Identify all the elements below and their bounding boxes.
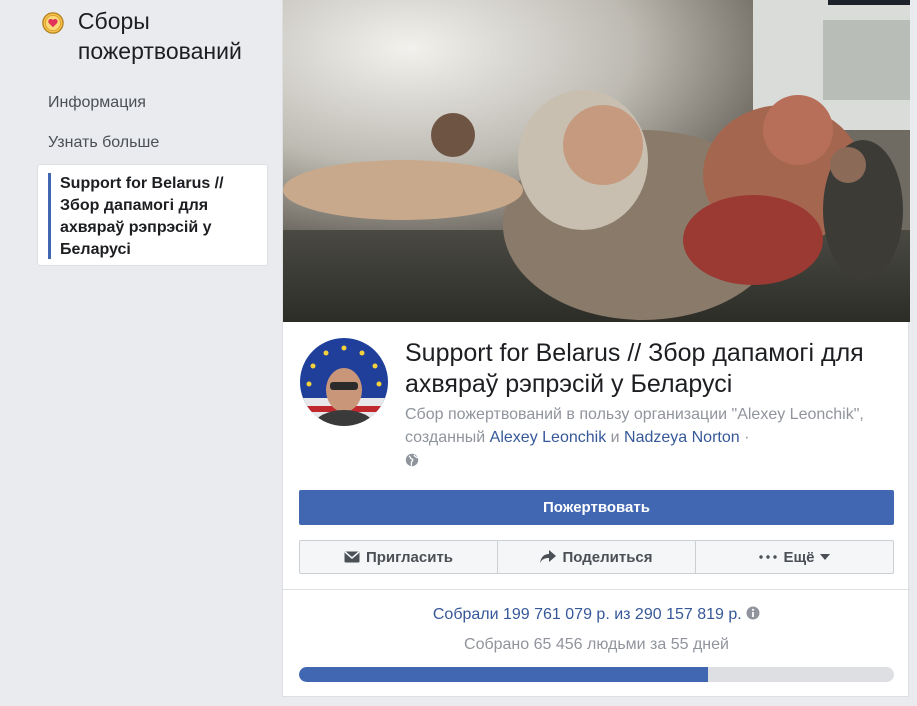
- selected-indicator: [48, 173, 51, 259]
- raised-amount: Собрали 199 761 079 р. из 290 157 819 р.: [283, 606, 910, 624]
- fundraiser-subtitle: Сбор пожертвований в пользу организации …: [405, 403, 895, 472]
- caret-down-icon: [819, 554, 830, 560]
- avatar[interactable]: [300, 338, 388, 426]
- fundraiser-card: Support for Belarus // Збор дапамогі для…: [282, 0, 910, 697]
- divider: [283, 589, 910, 590]
- share-arrow-icon: [540, 550, 557, 563]
- fundraiser-title: Support for Belarus // Збор дапамогі для…: [405, 339, 864, 398]
- invite-button[interactable]: Пригласить: [300, 541, 498, 573]
- sidebar-item-info[interactable]: Информация: [48, 94, 146, 112]
- action-bar: Пригласить Поделиться Ещё: [299, 540, 894, 574]
- heart-coin-icon: [42, 12, 64, 34]
- donor-count: Собрано 65 456 людьми за 55 дней: [464, 636, 729, 653]
- info-icon[interactable]: [746, 606, 760, 620]
- donate-button[interactable]: Пожертвовать: [299, 490, 894, 525]
- subtitle-and: и: [606, 429, 625, 446]
- share-button[interactable]: Поделиться: [498, 541, 696, 573]
- globe-icon: [405, 453, 419, 467]
- share-label: Поделиться: [562, 548, 653, 566]
- app-title-row: Сборы пожертвований: [42, 6, 282, 66]
- dots-icon: [759, 555, 778, 559]
- envelope-icon: [344, 551, 360, 563]
- creator-link-2[interactable]: Nadzeya Norton: [624, 429, 740, 446]
- cover-photo: [283, 0, 910, 322]
- progress-fill: [299, 667, 709, 682]
- more-label: Ещё: [783, 548, 815, 566]
- more-button[interactable]: Ещё: [696, 541, 893, 573]
- sidebar-item-fundraiser-label: Support for Belarus // Збор дапамогі для…: [60, 175, 224, 258]
- creator-link-1[interactable]: Alexey Leonchik: [490, 429, 607, 446]
- app-title: Сборы пожертвований: [77, 8, 242, 64]
- raised-text: Собрали 199 761 079 р. из 290 157 819 р.: [432, 606, 742, 623]
- progress-bar: [299, 667, 894, 682]
- top-strip: [828, 0, 910, 5]
- invite-label: Пригласить: [365, 548, 454, 566]
- sidebar-item-learn-more[interactable]: Узнать больше: [48, 134, 159, 152]
- sidebar: Сборы пожертвований Информация Узнать бо…: [0, 0, 282, 706]
- cover-photo-image: [283, 0, 910, 322]
- sidebar-item-fundraiser[interactable]: Support for Belarus // Збор дапамогі для…: [37, 164, 268, 266]
- subtitle-dot: ·: [739, 429, 750, 446]
